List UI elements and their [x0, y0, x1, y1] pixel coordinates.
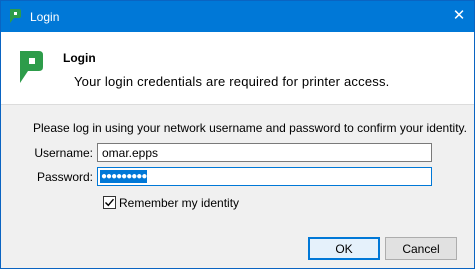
ok-button[interactable]: OK: [308, 237, 380, 260]
papercut-icon: [10, 9, 21, 23]
header-title: Login: [63, 51, 96, 65]
dialog-header: Login Your login credentials are require…: [1, 32, 474, 105]
title-bar[interactable]: Login ✕: [1, 1, 474, 32]
password-mask: ●●●●●●●●●: [100, 170, 147, 183]
window-title: Login: [30, 10, 60, 24]
username-label: Username:: [34, 146, 93, 160]
cancel-button[interactable]: Cancel: [385, 237, 457, 260]
remember-label[interactable]: Remember my identity: [119, 196, 239, 210]
checkmark-icon: [105, 198, 115, 207]
username-field[interactable]: [97, 143, 432, 162]
intro-text: Please log in using your network usernam…: [33, 121, 467, 135]
password-label: Password:: [36, 170, 93, 184]
close-icon[interactable]: ✕: [450, 7, 468, 25]
header-subtitle: Your login credentials are required for …: [74, 74, 390, 89]
login-dialog: Login ✕ Login Your login credentials are…: [0, 0, 475, 269]
papercut-logo: [20, 51, 43, 83]
remember-checkbox[interactable]: [103, 196, 116, 209]
password-field[interactable]: ●●●●●●●●●: [97, 167, 432, 186]
